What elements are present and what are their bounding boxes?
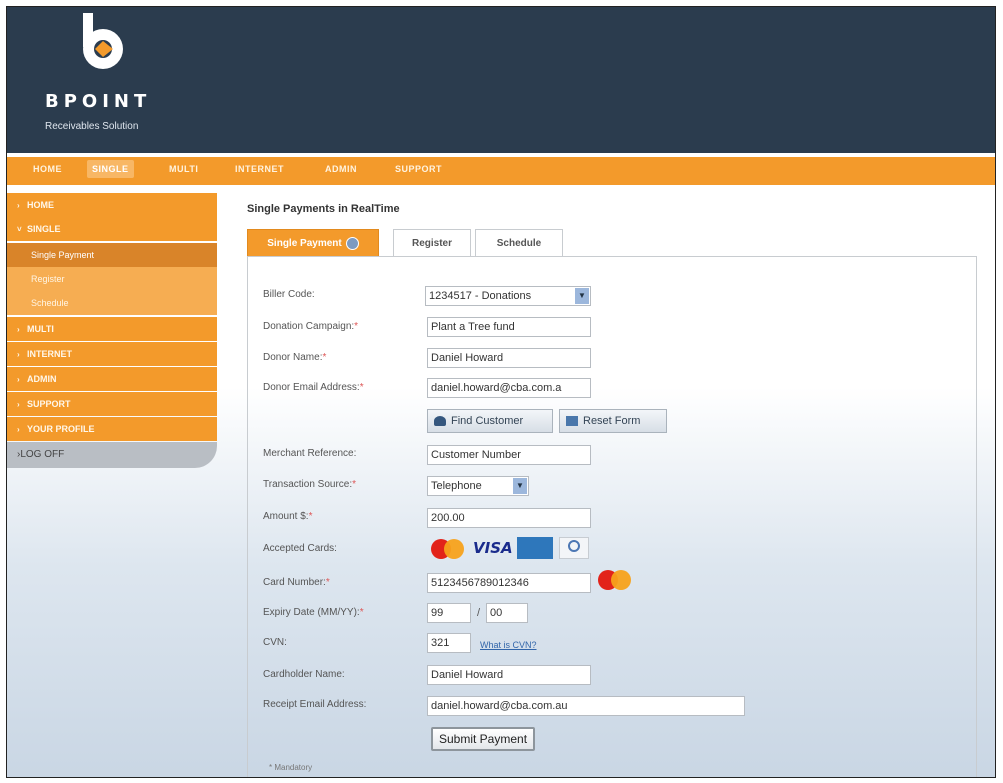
transaction-source-label: Transaction Source:* bbox=[263, 479, 357, 490]
sidebar-subitem-schedule[interactable]: Schedule bbox=[7, 291, 217, 315]
card-type-mastercard-icon bbox=[598, 569, 632, 591]
brand-name: BPOINT bbox=[45, 91, 152, 112]
chevron-down-icon: ˅ bbox=[17, 225, 22, 234]
cvn-label: CVN: bbox=[263, 637, 287, 648]
expiry-date-label: Expiry Date (MM/YY):* bbox=[263, 607, 364, 618]
sidebar-subitem-register[interactable]: Register bbox=[7, 267, 217, 291]
biller-code-label: Biller Code: bbox=[263, 289, 315, 300]
sidebar-item-home[interactable]: › HOME bbox=[7, 193, 217, 217]
amex-icon bbox=[517, 537, 553, 559]
donor-name-label: Donor Name:* bbox=[263, 352, 327, 363]
amount-label: Amount $:* bbox=[263, 511, 313, 522]
transaction-source-select[interactable]: Telephone ▼ bbox=[427, 476, 529, 496]
topnav-admin[interactable]: ADMIN bbox=[325, 164, 357, 174]
topnav-home[interactable]: HOME bbox=[33, 164, 62, 174]
diners-icon bbox=[559, 537, 589, 559]
donor-email-label: Donor Email Address:* bbox=[263, 382, 364, 393]
chevron-right-icon: › bbox=[17, 350, 20, 359]
sidebar-item-support[interactable]: › SUPPORT bbox=[7, 392, 217, 416]
expiry-month-input[interactable]: 99 bbox=[427, 603, 471, 623]
biller-code-select[interactable]: 1234517 - Donations ▼ bbox=[425, 286, 591, 306]
header: BPOINT Receivables Solution bbox=[7, 7, 995, 153]
expiry-year-input[interactable]: 00 bbox=[486, 603, 528, 623]
sidebar-item-admin[interactable]: › ADMIN bbox=[7, 367, 217, 391]
donor-name-input[interactable]: Daniel Howard bbox=[427, 348, 591, 368]
receipt-email-label: Receipt Email Address: bbox=[263, 699, 367, 710]
brand-tagline: Receivables Solution bbox=[45, 121, 139, 132]
receipt-email-input[interactable]: daniel.howard@cba.com.au bbox=[427, 696, 745, 716]
sidebar-item-internet[interactable]: › INTERNET bbox=[7, 342, 217, 366]
find-customer-icon bbox=[434, 416, 446, 427]
dropdown-arrow-icon: ▼ bbox=[513, 478, 527, 494]
cardholder-name-label: Cardholder Name: bbox=[263, 669, 345, 680]
chevron-right-icon: › bbox=[17, 201, 20, 210]
card-number-input[interactable]: 5123456789012346 bbox=[427, 573, 591, 593]
app-window: BPOINT Receivables Solution HOME SINGLE … bbox=[6, 6, 996, 778]
accepted-cards-label: Accepted Cards: bbox=[263, 543, 337, 554]
sidebar-item-multi[interactable]: › MULTI bbox=[7, 317, 217, 341]
merchant-reference-label: Merchant Reference: bbox=[263, 448, 357, 459]
dropdown-arrow-icon: ▼ bbox=[575, 288, 589, 304]
donor-email-input[interactable]: daniel.howard@cba.com.a bbox=[427, 378, 591, 398]
topnav-support[interactable]: SUPPORT bbox=[395, 164, 442, 174]
chevron-right-icon: › bbox=[17, 325, 20, 334]
chevron-right-icon: › bbox=[17, 425, 20, 434]
reset-icon bbox=[566, 416, 578, 427]
tab-bar: Single Payment Register Schedule bbox=[247, 229, 807, 257]
merchant-reference-input[interactable]: Customer Number bbox=[427, 445, 591, 465]
bpoint-logo-icon bbox=[83, 13, 123, 69]
visa-icon: VISA bbox=[473, 539, 513, 557]
globe-icon bbox=[345, 236, 359, 250]
sidebar: › HOME ˅ SINGLE Single Payment Register Sc… bbox=[7, 189, 217, 469]
donation-campaign-label: Donation Campaign:* bbox=[263, 321, 359, 332]
mandatory-note: * Mandatory bbox=[269, 763, 313, 772]
donation-campaign-input[interactable]: Plant a Tree fund bbox=[427, 317, 591, 337]
cardholder-name-input[interactable]: Daniel Howard bbox=[427, 665, 591, 685]
card-number-label: Card Number:* bbox=[263, 577, 330, 588]
top-navigation: HOME SINGLE MULTI INTERNET ADMIN SUPPORT bbox=[7, 157, 995, 185]
chevron-right-icon: › bbox=[17, 400, 20, 409]
sidebar-item-single[interactable]: ˅ SINGLE bbox=[7, 217, 217, 241]
expiry-separator: / bbox=[477, 607, 481, 619]
sidebar-item-your-profile[interactable]: › YOUR PROFILE bbox=[7, 417, 217, 441]
topnav-multi[interactable]: MULTI bbox=[169, 164, 198, 174]
tab-single-payment[interactable]: Single Payment bbox=[247, 229, 379, 257]
mastercard-icon bbox=[431, 538, 465, 560]
find-customer-button[interactable]: Find Customer bbox=[427, 409, 553, 433]
topnav-single[interactable]: SINGLE bbox=[87, 160, 134, 178]
sidebar-subitem-single-payment[interactable]: Single Payment bbox=[7, 243, 217, 267]
submit-payment-button[interactable]: Submit Payment bbox=[431, 727, 536, 751]
amount-input[interactable]: 200.00 bbox=[427, 508, 591, 528]
topnav-internet[interactable]: INTERNET bbox=[235, 164, 284, 174]
chevron-right-icon: › bbox=[17, 375, 20, 384]
tab-register[interactable]: Register bbox=[393, 229, 471, 257]
cvn-input[interactable]: 321 bbox=[427, 633, 471, 653]
sidebar-item-logoff[interactable]: ›LOG OFF bbox=[7, 442, 217, 468]
reset-form-button[interactable]: Reset Form bbox=[559, 409, 667, 433]
tab-schedule[interactable]: Schedule bbox=[475, 229, 563, 257]
what-is-cvn-link[interactable]: What is CVN? bbox=[480, 640, 537, 650]
page-title: Single Payments in RealTime bbox=[247, 203, 400, 215]
